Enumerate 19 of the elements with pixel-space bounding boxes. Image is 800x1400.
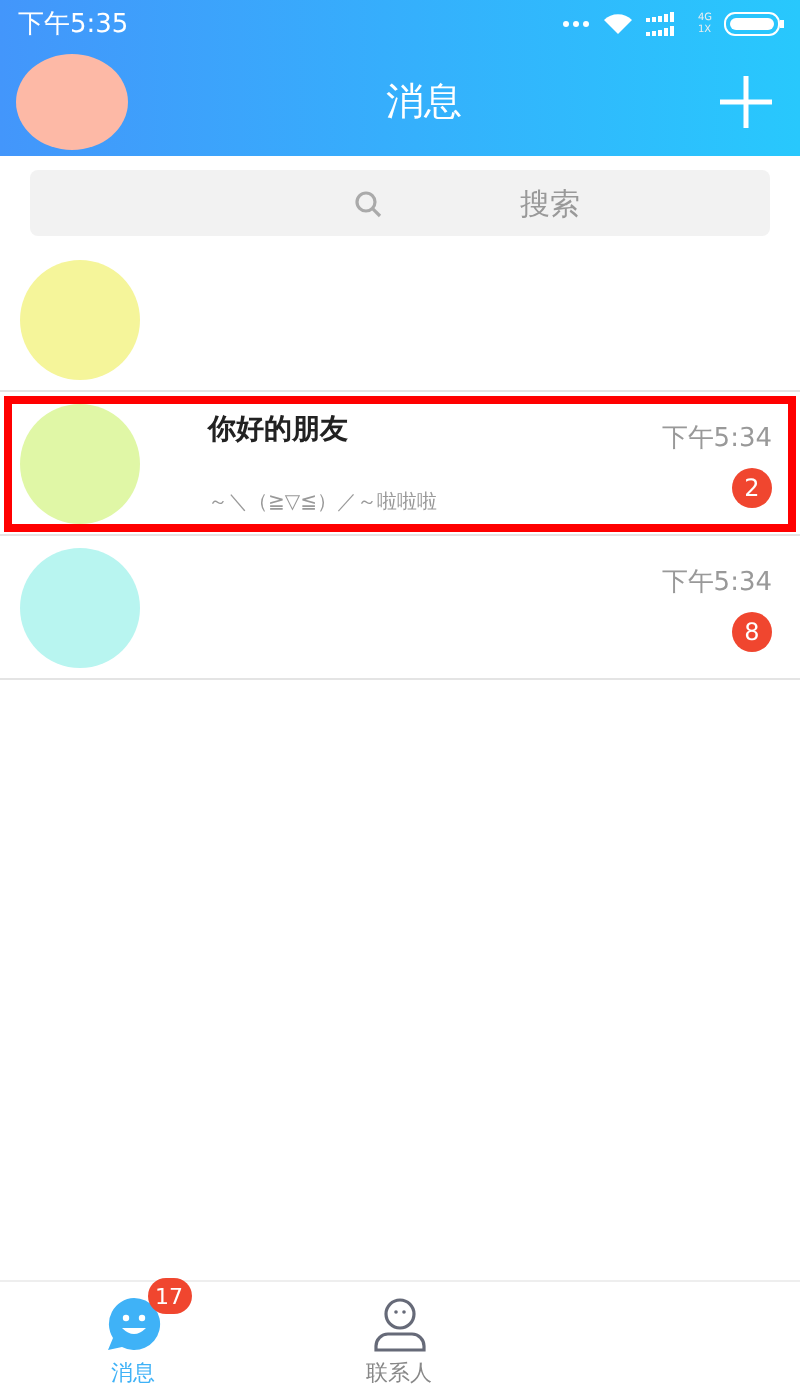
message-preview: ～＼（≧▽≦）／～啦啦啦 bbox=[208, 489, 439, 515]
more-dots-icon bbox=[561, 20, 590, 28]
header-title: 消息 bbox=[386, 78, 462, 128]
message-time: 下午5:34 bbox=[661, 565, 772, 599]
search-field[interactable]: 搜索 bbox=[30, 170, 770, 236]
battery-icon bbox=[724, 12, 784, 36]
plus-icon[interactable] bbox=[720, 76, 772, 128]
unread-badge: 17 bbox=[147, 1278, 191, 1314]
tab[interactable]: 联系人 bbox=[266, 1282, 532, 1400]
unread-badge: 2 bbox=[732, 467, 772, 507]
tab[interactable]: 17 消息 bbox=[0, 1282, 266, 1400]
person-icon bbox=[369, 1294, 429, 1354]
wifi-icon bbox=[601, 12, 634, 36]
contact-name: 你好的朋友 bbox=[208, 411, 350, 447]
status-time: 下午5:35 bbox=[18, 8, 129, 42]
unread-badge: 8 bbox=[732, 611, 772, 651]
message-time: 下午5:34 bbox=[661, 421, 772, 455]
highlighted-chat-row[interactable]: 你好的朋友 ～＼（≧▽≦）／～啦啦啦 下午5:34 2 bbox=[0, 392, 800, 536]
chat-row[interactable]: 下午5:34 8 bbox=[0, 536, 800, 680]
